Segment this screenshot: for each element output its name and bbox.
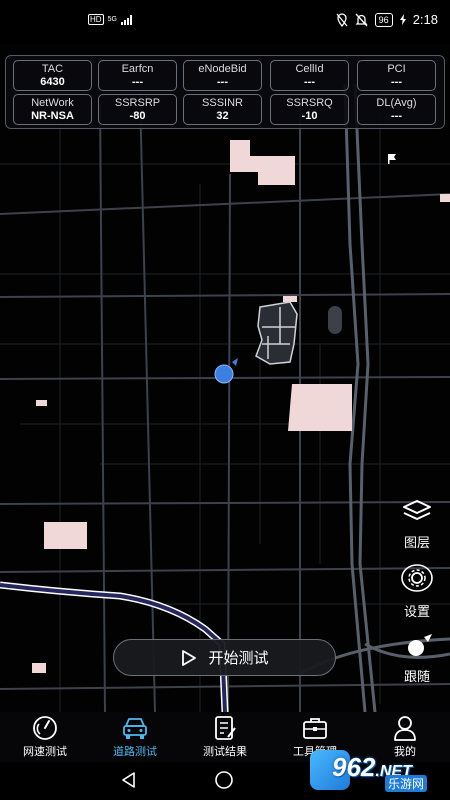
info-sssinr: SSSINR 32 [183,94,262,125]
info-ssrsrq: SSRSRQ -10 [270,94,349,125]
info-label: SSSINR [202,97,243,109]
app-screen: HD 5G 96 2:18 TAC 6430 Earfcn --- eNodeB… [0,0,450,800]
toolbox-icon [303,718,327,739]
info-value: 6430 [40,76,65,88]
mute-icon [355,13,368,26]
info-enodebid: eNodeBid --- [183,60,262,91]
tab-label: 网速测试 [23,745,67,758]
status-right: 96 2:18 [336,12,438,27]
info-value: NR-NSA [31,110,74,122]
tab-speed-test[interactable]: 网速测试 [0,712,90,762]
info-label: NetWork [31,97,74,109]
network-type: 5G [107,16,117,23]
layers-icon [403,500,431,520]
start-test-label: 开始测试 [208,649,269,667]
signal-icon [120,14,132,25]
info-label: CellId [295,63,324,75]
status-bar: HD 5G 96 2:18 [0,0,450,44]
map-view[interactable] [0,44,450,712]
status-left: HD 5G [88,14,135,25]
follow-label: 跟随 [403,670,430,685]
settings-label: 设置 [403,605,430,620]
watermark-text: 乐游网 [385,775,428,792]
info-label: eNodeBid [198,63,247,75]
info-value: -10 [301,110,318,122]
tab-label: 测试结果 [203,745,247,758]
hd-badge: HD [88,14,104,25]
car-icon [123,718,147,739]
person-icon [394,716,416,741]
layers-label: 图层 [403,536,430,551]
compass-icon [408,634,432,656]
watermark-logo: 962.NET 乐游网 [310,750,445,792]
info-label: TAC [41,63,64,75]
info-ssrsrp: SSRSRP -80 [98,94,177,125]
info-value: --- [217,76,228,88]
battery-level: 96 [374,12,393,27]
info-earfcn: Earfcn --- [98,60,177,91]
tab-road-test[interactable]: 道路测试 [90,712,180,762]
play-icon [182,649,197,666]
location-off-icon [336,12,348,27]
location-marker [214,358,238,384]
report-icon [215,716,236,740]
info-value: -80 [129,110,146,122]
clock: 2:18 [412,12,438,27]
info-label: PCI [387,63,406,75]
poi-flag-icon [388,154,396,164]
info-pci: PCI --- [357,60,436,91]
map-roads [0,93,450,712]
info-dl-avg: DL(Avg) --- [357,94,436,125]
cell-info-panel: TAC 6430 Earfcn --- eNodeBid --- CellId --- … [5,55,445,129]
info-value: --- [132,76,143,88]
info-label: SSRSRP [114,97,161,109]
info-label: SSRSRQ [286,97,333,109]
back-icon[interactable] [120,771,136,789]
info-value: 32 [216,110,229,122]
info-value: --- [304,76,315,88]
info-value: --- [391,76,402,88]
tab-test-results[interactable]: 测试结果 [180,712,270,762]
info-value: --- [391,110,402,122]
home-icon[interactable] [214,770,234,790]
info-network: NetWork NR-NSA [13,94,92,125]
follow-button[interactable]: 跟随 [392,634,442,685]
speedometer-icon [33,716,57,740]
info-cellid: CellId --- [270,60,349,91]
charging-icon [399,14,406,25]
tab-label: 道路测试 [113,745,157,758]
start-test-button[interactable]: 开始测试 [113,639,336,676]
info-tac: TAC 6430 [13,60,92,91]
settings-button[interactable]: 设置 [392,563,442,620]
gear-icon [401,564,433,592]
map-blocks [0,104,450,712]
info-label: Earfcn [121,63,154,75]
layers-button[interactable]: 图层 [392,498,442,551]
info-label: DL(Avg) [376,97,417,109]
